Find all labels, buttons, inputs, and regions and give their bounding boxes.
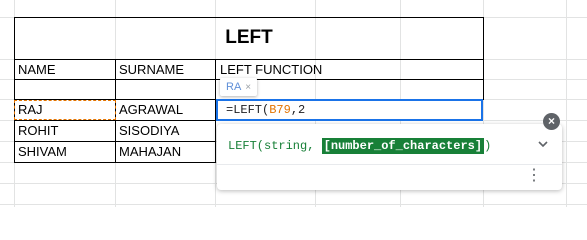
grid-line <box>0 204 587 205</box>
chevron-down-icon[interactable] <box>538 137 548 151</box>
cell-surname-2[interactable]: SISODIYA <box>119 121 179 141</box>
cell-name-2[interactable]: ROHIT <box>18 121 58 141</box>
signature-start: LEFT(string, <box>228 139 322 153</box>
header-surname[interactable]: SURNAME <box>119 60 184 80</box>
formula-suffix: ,2 <box>290 103 306 117</box>
table-border <box>483 17 484 100</box>
formula-help-popup[interactable]: LEFT(string, [number_of_characters]) ⋮ <box>217 124 562 190</box>
header-left-function[interactable]: LEFT FUNCTION <box>220 60 322 80</box>
value-preview-chip[interactable]: RA × <box>220 78 258 96</box>
cell-surname-3[interactable]: MAHAJAN <box>119 142 181 162</box>
cell-surname-1[interactable]: AGRAWAL <box>119 100 183 120</box>
close-icon[interactable]: × <box>245 82 251 93</box>
cell-name-3[interactable]: SHIVAM <box>18 142 67 162</box>
formula-edit-cell[interactable]: =LEFT(B79,2 <box>216 99 483 121</box>
formula-cell-reference: B79 <box>269 103 291 117</box>
popup-divider <box>217 164 562 165</box>
table-title: LEFT <box>225 27 273 48</box>
close-icon[interactable]: × <box>543 113 560 130</box>
formula-prefix: =LEFT( <box>226 103 270 117</box>
value-preview-text: RA <box>226 81 242 93</box>
header-name[interactable]: NAME <box>18 60 56 80</box>
grid-line <box>566 0 567 207</box>
cell-name-1[interactable]: RAJ <box>18 100 43 120</box>
signature-end: ) <box>484 139 492 153</box>
function-signature: LEFT(string, [number_of_characters]) <box>228 138 492 154</box>
more-options-icon[interactable]: ⋮ <box>526 166 542 186</box>
signature-current-arg: [number_of_characters] <box>321 138 485 154</box>
